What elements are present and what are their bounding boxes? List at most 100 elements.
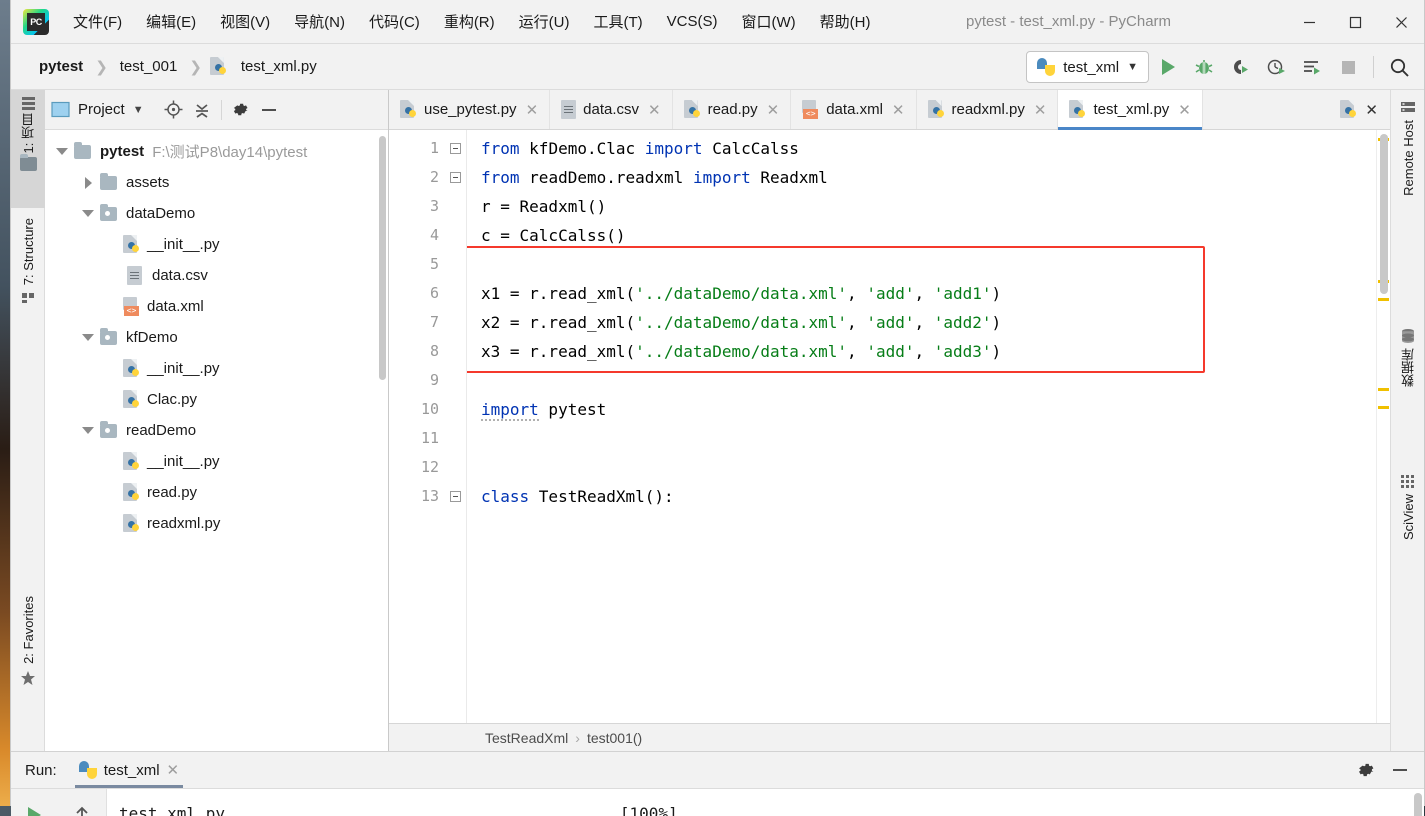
caret-down-icon[interactable] [53, 143, 71, 161]
tree-node[interactable]: data.csv [45, 260, 388, 291]
hide-panel-button[interactable] [1386, 756, 1414, 784]
stop-button[interactable] [1331, 50, 1365, 84]
editor-scrollbar[interactable] [1380, 134, 1388, 294]
collapse-all-button[interactable] [188, 96, 216, 124]
code-token: TestReadXml(): [538, 487, 674, 506]
editor-tab[interactable]: read.py ✕ [673, 90, 792, 129]
settings-gear-icon[interactable] [227, 96, 255, 124]
window-controls [1286, 0, 1424, 44]
maximize-button[interactable] [1332, 0, 1378, 44]
tree-node[interactable]: __init__.py [45, 446, 388, 477]
console-scrollbar[interactable] [1414, 793, 1422, 816]
editor-tab[interactable]: use_pytest.py ✕ [389, 90, 551, 129]
editor-tab[interactable]: data.csv ✕ [550, 90, 673, 129]
fold-region-marker[interactable] [445, 163, 466, 192]
editor-tab[interactable]: readxml.py ✕ [917, 90, 1059, 129]
tree-node[interactable]: <> data.xml [45, 291, 388, 322]
close-icon[interactable]: ✕ [167, 761, 180, 779]
code-line: c = CalcCalss() [481, 221, 1376, 250]
project-tree[interactable]: pytest F:\测试P8\day14\pytest assets dataDemo… [45, 130, 388, 751]
code-token: '../dataDemo/data.xml' [635, 342, 848, 361]
tree-node[interactable]: read.py [45, 477, 388, 508]
close-icon[interactable]: ✕ [767, 101, 780, 119]
profile-button[interactable] [1259, 50, 1293, 84]
editor-tab-label: data.csv [583, 101, 640, 118]
menu-window[interactable]: 窗口(W) [729, 7, 807, 36]
breadcrumb-item[interactable]: test_001 [116, 56, 182, 77]
code-breadcrumb[interactable]: TestReadXml › test001() [389, 723, 1390, 751]
desktop-background-left [0, 0, 10, 816]
fold-toggle-icon[interactable] [445, 134, 466, 163]
breadcrumb-item[interactable]: pytest [35, 56, 87, 77]
close-icon[interactable]: ✕ [648, 101, 661, 119]
editor-tab[interactable]: <> data.xml ✕ [791, 90, 917, 129]
tool-tab-database[interactable]: 数据库 [1391, 322, 1425, 442]
close-button[interactable] [1378, 0, 1424, 44]
editor-area: use_pytest.py ✕ data.csv ✕ read.py ✕ <> data.xm… [389, 90, 1390, 751]
project-tree-scrollbar[interactable] [379, 136, 386, 380]
right-tool-strip: Remote Host 数据库 SciView [1390, 90, 1424, 751]
menu-code[interactable]: 代码(C) [357, 7, 432, 36]
tool-tab-favorites-label: 2: Favorites [20, 596, 36, 664]
run-configuration-selector[interactable]: test_xml ▼ [1026, 51, 1149, 83]
menu-navigate[interactable]: 导航(N) [282, 7, 357, 36]
tool-tab-project[interactable]: 1: 项目 [11, 90, 45, 208]
run-tab-test-xml[interactable]: test_xml ✕ [74, 761, 184, 788]
scroll-up-button[interactable] [64, 797, 100, 816]
search-everywhere-button[interactable] [1382, 50, 1416, 84]
menu-file[interactable]: 文件(F) [61, 7, 134, 36]
tree-node[interactable]: kfDemo [45, 322, 388, 353]
rerun-button[interactable] [17, 797, 53, 816]
fold-toggle-icon[interactable] [445, 482, 466, 511]
close-icon[interactable]: ✕ [892, 101, 905, 119]
caret-down-icon[interactable] [79, 329, 97, 347]
menu-vcs[interactable]: VCS(S) [655, 9, 730, 34]
caret-down-icon[interactable] [79, 205, 97, 223]
run-coverage-button[interactable] [1223, 50, 1257, 84]
close-icon[interactable]: ✕ [1034, 101, 1047, 119]
settings-gear-icon[interactable] [1352, 756, 1380, 784]
tree-node[interactable]: readDemo [45, 415, 388, 446]
tool-tab-favorites[interactable]: 2: Favorites [11, 590, 45, 750]
scroll-from-source-button[interactable] [160, 96, 188, 124]
tree-node[interactable]: Clac.py [45, 384, 388, 415]
tool-tab-project-label: 1: 项目 [20, 113, 36, 154]
minimize-button[interactable] [1286, 0, 1332, 44]
code-content[interactable]: from kfDemo.Clac import CalcCalss from re… [467, 130, 1376, 723]
caret-down-icon[interactable] [79, 422, 97, 440]
menu-view[interactable]: 视图(V) [208, 7, 282, 36]
menu-edit[interactable]: 编辑(E) [134, 7, 208, 36]
menu-tools[interactable]: 工具(T) [581, 7, 654, 36]
console-line: test_xml.py . [100%] [119, 804, 678, 816]
menu-refactor[interactable]: 重构(R) [432, 7, 507, 36]
run-button[interactable] [1151, 50, 1185, 84]
code-breadcrumb-item[interactable]: test001() [587, 730, 642, 746]
menu-help[interactable]: 帮助(H) [808, 7, 883, 36]
editor-marker-strip[interactable] [1376, 130, 1390, 723]
tool-tab-structure[interactable]: 7: Structure [11, 212, 45, 370]
tree-node[interactable]: __init__.py [45, 353, 388, 384]
debug-button[interactable] [1187, 50, 1221, 84]
hide-panel-button[interactable] [255, 96, 283, 124]
breadcrumb-item[interactable]: test_xml.py [237, 56, 321, 77]
tree-node[interactable]: pytest F:\测试P8\day14\pytest [45, 136, 388, 167]
chevron-down-icon[interactable]: ✕ [1359, 101, 1384, 119]
run-console-output[interactable]: test_xml.py . [100%]====================… [107, 789, 1424, 816]
tree-node[interactable]: readxml.py [45, 508, 388, 539]
code-editor[interactable]: 1 2 3 4 5 6 7 8 9 10 11 12 13 from kfDemo.Clac impor… [389, 130, 1390, 723]
menu-run[interactable]: 运行(U) [507, 7, 582, 36]
tree-node[interactable]: assets [45, 167, 388, 198]
close-icon[interactable]: ✕ [1178, 101, 1191, 119]
caret-right-icon[interactable] [79, 174, 97, 192]
tree-node[interactable]: dataDemo [45, 198, 388, 229]
run-with-console-button[interactable] [1295, 50, 1329, 84]
star-icon [20, 670, 36, 686]
close-icon[interactable]: ✕ [526, 101, 539, 119]
main-window: 文件(F)编辑(E)视图(V)导航(N)代码(C)重构(R)运行(U)工具(T)… [10, 0, 1425, 816]
tree-node[interactable]: __init__.py [45, 229, 388, 260]
tool-tab-remote-host[interactable]: Remote Host [1391, 94, 1425, 264]
code-breadcrumb-item[interactable]: TestReadXml [485, 730, 568, 746]
tool-tab-sciview[interactable]: SciView [1391, 468, 1425, 598]
code-folding-gutter[interactable] [445, 130, 467, 723]
editor-tab[interactable]: test_xml.py ✕ [1058, 90, 1203, 130]
